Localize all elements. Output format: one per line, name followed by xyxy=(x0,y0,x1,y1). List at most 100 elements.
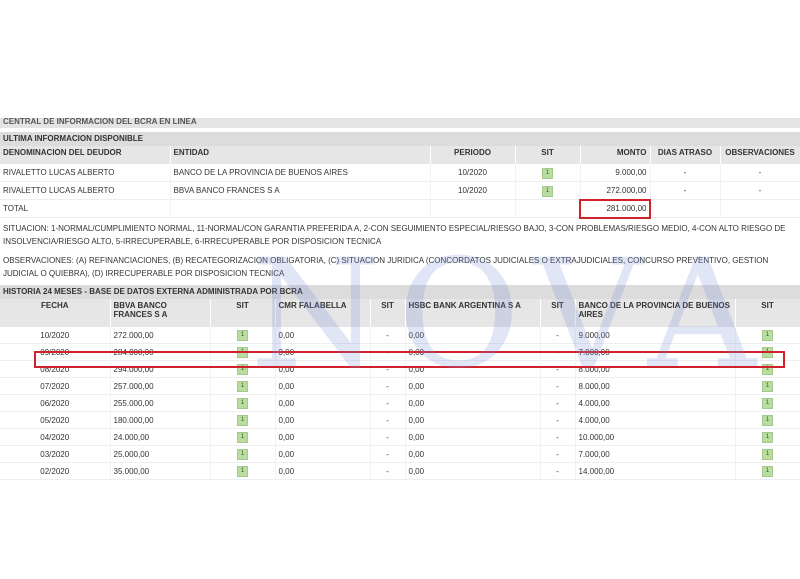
col-bpba: BANCO DE LA PROVINCIA DE BUENOS AIRES xyxy=(575,299,736,327)
sit-badge: 1 xyxy=(236,466,249,477)
table-row: RIVALETTO LUCAS ALBERTO BANCO DE LA PROV… xyxy=(0,164,800,182)
col-sit: SIT xyxy=(540,299,576,327)
table-row: 06/2020 255.000,00 1 0,00-0,00-4.000,00 1 xyxy=(0,394,800,412)
cell-sit: 1 xyxy=(735,462,800,480)
cell-cmr: 0,00 xyxy=(275,394,371,412)
col-fecha: FECHA xyxy=(0,299,111,327)
cell-bbva: 272.000,00 xyxy=(110,327,211,344)
col-obs: OBSERVACIONES xyxy=(720,146,800,164)
cell-bpba: 4.000,00 xyxy=(575,394,736,412)
sit-badge: 1 xyxy=(761,347,774,358)
cell-sit: - xyxy=(370,360,406,378)
cell-bpba: 10.000,00 xyxy=(575,428,736,446)
cell-bpba: 8.000,00 xyxy=(575,377,736,395)
cell-fecha: 03/2020 xyxy=(0,445,111,463)
cell-hsbc: 0,00 xyxy=(405,377,541,395)
cell-sit: - xyxy=(370,343,406,361)
sit-badge: 1 xyxy=(541,167,554,179)
sit-badge: 1 xyxy=(236,364,249,375)
cell-entidad: BANCO DE LA PROVINCIA DE BUENOS AIRES xyxy=(170,164,431,182)
table-row: 02/2020 35.000,00 1 0,00-0,00-14.000,00 1 xyxy=(0,462,800,480)
sit-badge: 1 xyxy=(761,415,774,426)
cell-sit: 1 xyxy=(515,164,581,182)
col-entidad: ENTIDAD xyxy=(170,146,431,164)
cell-periodo: 10/2020 xyxy=(430,181,516,200)
cell-fecha: 02/2020 xyxy=(0,462,111,480)
total-row: TOTAL 281.000,00 xyxy=(0,198,800,219)
cell-sit: 1 xyxy=(735,428,800,446)
cell-bpba: 8.000,00 xyxy=(575,360,736,378)
table-row: 09/2020 284.000,00 1 0,00-0,00-7.000,00 1 xyxy=(0,343,800,361)
cell-sit: 1 xyxy=(735,394,800,412)
situacion-legend: SITUACION: 1-NORMAL/CUMPLIMIENTO NORMAL,… xyxy=(3,224,786,246)
cell-sit: - xyxy=(540,462,576,480)
cell-sit: - xyxy=(370,428,406,446)
sit-badge: 1 xyxy=(236,330,249,341)
cell-bbva: 284.000,00 xyxy=(110,343,211,361)
col-sit: SIT xyxy=(370,299,406,327)
cell-sit: 1 xyxy=(210,428,276,446)
cell-cmr: 0,00 xyxy=(275,343,371,361)
table-row: 08/2020 294.000,00 1 0,00-0,00-8.000,00 1 xyxy=(0,360,800,378)
col-sit: SIT xyxy=(735,299,800,327)
cell-bbva: 35.000,00 xyxy=(110,462,211,480)
cell-sit: 1 xyxy=(210,394,276,412)
sit-badge: 1 xyxy=(761,398,774,409)
table-row: 10/2020 272.000,00 1 0,00-0,00-9.000,00 1 xyxy=(0,327,800,344)
cell-dias: - xyxy=(650,181,721,200)
col-bbva: BBVA BANCO FRANCES S A xyxy=(110,299,211,327)
cell-sit: - xyxy=(540,428,576,446)
cell-sit: - xyxy=(540,343,576,361)
cell-bpba: 9.000,00 xyxy=(575,327,736,344)
cell-sit: - xyxy=(370,327,406,344)
total-value: 281.000,00 xyxy=(579,198,651,219)
cell-sit: 1 xyxy=(210,411,276,429)
sit-badge: 1 xyxy=(761,466,774,477)
cell-fecha: 08/2020 xyxy=(0,360,111,378)
col-dias: DIAS ATRASO xyxy=(650,146,721,164)
observaciones-legend: OBSERVACIONES: (A) REFINANCIACIONES, (B)… xyxy=(3,256,769,278)
historia-header-row: FECHA BBVA BANCO FRANCES S A SIT CMR FAL… xyxy=(0,299,800,327)
sit-badge: 1 xyxy=(761,330,774,341)
cell-bbva: 294.000,00 xyxy=(110,360,211,378)
sit-badge: 1 xyxy=(236,449,249,460)
total-label: TOTAL xyxy=(0,199,171,218)
cell-sit: 1 xyxy=(735,445,800,463)
col-hsbc: HSBC BANK ARGENTINA S A xyxy=(405,299,541,327)
cell-fecha: 06/2020 xyxy=(0,394,111,412)
cell-dias: - xyxy=(650,164,721,182)
cell-cmr: 0,00 xyxy=(275,411,371,429)
sit-badge: 1 xyxy=(236,415,249,426)
cell-bpba: 14.000,00 xyxy=(575,462,736,480)
ultima-header-row: DENOMINACION DEL DEUDOR ENTIDAD PERIODO … xyxy=(0,146,800,164)
cell-sit: 1 xyxy=(210,445,276,463)
cell-fecha: 10/2020 xyxy=(0,327,111,344)
cell-sit: - xyxy=(370,445,406,463)
cell-sit: 1 xyxy=(210,360,276,378)
cell-cmr: 0,00 xyxy=(275,327,371,344)
cell-cmr: 0,00 xyxy=(275,445,371,463)
col-deudor: DENOMINACION DEL DEUDOR xyxy=(0,146,171,164)
table-row: 05/2020 180.000,00 1 0,00-0,00-4.000,00 1 xyxy=(0,411,800,429)
col-sit: SIT xyxy=(515,146,581,164)
cell-sit: - xyxy=(540,394,576,412)
cell-sit: 1 xyxy=(210,462,276,480)
sit-badge: 1 xyxy=(236,381,249,392)
cell-sit: 1 xyxy=(210,327,276,344)
table-row: 04/2020 24.000,00 1 0,00-0,00-10.000,00 1 xyxy=(0,428,800,446)
cell-bbva: 257.000,00 xyxy=(110,377,211,395)
table-row: RIVALETTO LUCAS ALBERTO BBVA BANCO FRANC… xyxy=(0,181,800,200)
cell-sit: - xyxy=(540,445,576,463)
cell-cmr: 0,00 xyxy=(275,377,371,395)
cell-bbva: 255.000,00 xyxy=(110,394,211,412)
col-monto: MONTO xyxy=(580,146,651,164)
ultima-table: DENOMINACION DEL DEUDOR ENTIDAD PERIODO … xyxy=(0,146,800,219)
cell-bpba: 4.000,00 xyxy=(575,411,736,429)
cell-sit: - xyxy=(370,411,406,429)
cell-periodo: 10/2020 xyxy=(430,164,516,182)
historia-section-title: HISTORIA 24 MESES - BASE DE DATOS EXTERN… xyxy=(0,285,800,299)
cell-sit: 1 xyxy=(735,411,800,429)
cell-hsbc: 0,00 xyxy=(405,428,541,446)
historia-body: 10/2020 272.000,00 1 0,00-0,00-9.000,00 1 09/… xyxy=(0,327,800,480)
sit-badge: 1 xyxy=(236,398,249,409)
